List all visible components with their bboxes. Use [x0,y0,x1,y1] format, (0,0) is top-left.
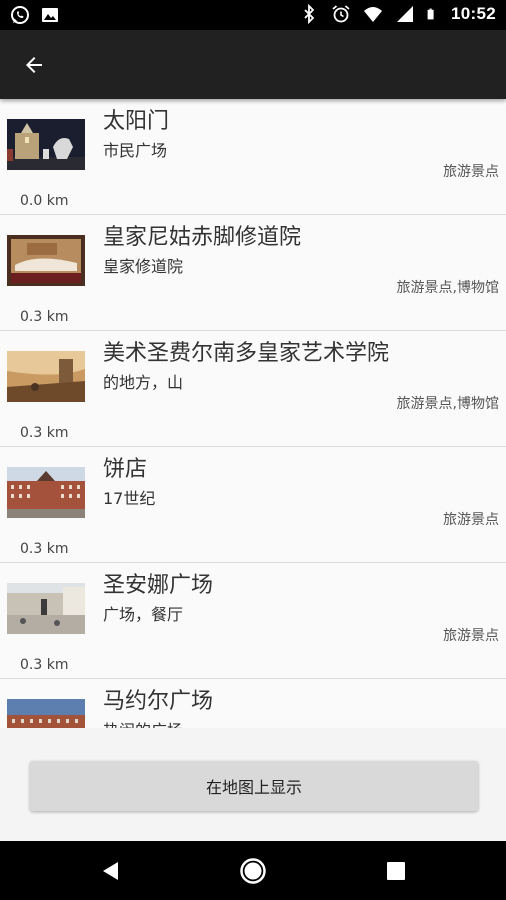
place-distance: 0.3 km [20,657,69,673]
list-item[interactable]: 0.3 km 皇家尼姑赤脚修道院 皇家修道院 旅游景点,博物馆 [0,215,506,331]
place-category: 旅游景点,博物馆 [396,396,499,412]
whatsapp-icon [11,6,29,24]
place-category: 旅游景点 [443,628,499,644]
place-subtitle: 热闹的广场 [103,717,183,728]
nav-back-button[interactable] [95,855,127,887]
list-item[interactable]: 0.3 km 圣安娜广场 广场，餐厅 旅游景点 [0,563,506,679]
place-distance: 0.0 km [20,193,69,209]
bluetooth-icon [304,4,315,24]
status-time: 10:52 [451,4,496,23]
back-triangle-icon [103,862,118,880]
alarm-icon [332,5,350,23]
place-category: 旅游景点 [443,164,499,180]
place-thumbnail [7,351,85,402]
place-category: 旅游景点 [443,512,499,528]
place-subtitle: 广场，餐厅 [103,605,184,624]
nav-home-button[interactable] [237,855,269,887]
signal-icon [397,6,414,22]
place-name: 饼店 [103,457,148,482]
recents-square-icon [387,862,405,880]
place-thumbnail [7,119,85,170]
wifi-icon [364,7,383,22]
place-distance: 0.3 km [20,541,69,557]
nav-recents-button[interactable] [380,855,412,887]
back-button[interactable] [16,47,52,83]
status-bar: 10:52 [0,0,506,30]
show-on-map-button[interactable]: 在地图上显示 [30,761,478,811]
system-nav-bar [0,841,506,900]
home-circle-icon [240,858,266,884]
list-item[interactable]: 马约尔广场 热闹的广场 [0,679,506,728]
place-distance: 0.3 km [20,309,69,325]
place-thumbnail [7,699,85,728]
list-item[interactable]: 0.3 km 饼店 17世纪 旅游景点 [0,447,506,563]
place-name: 马约尔广场 [103,689,214,714]
places-list[interactable]: 0.0 km 太阳门 市民广场 旅游景点 0.3 km 皇家尼姑赤脚修道院 皇家… [0,99,506,728]
place-category: 旅游景点,博物馆 [396,280,499,296]
place-name: 圣安娜广场 [103,573,214,598]
place-distance: 0.3 km [20,425,69,441]
app-bar [0,30,506,99]
place-subtitle: 的地方，山 [103,373,184,392]
bottom-panel: 在地图上显示 [0,728,506,841]
list-item[interactable]: 0.3 km 美术圣费尔南多皇家艺术学院 的地方，山 旅游景点,博物馆 [0,331,506,447]
place-name: 美术圣费尔南多皇家艺术学院 [103,341,390,366]
arrow-left-icon [26,57,42,73]
place-thumbnail [7,583,85,634]
place-name: 太阳门 [103,109,170,134]
place-thumbnail [7,467,85,518]
image-icon [42,8,58,22]
place-name: 皇家尼姑赤脚修道院 [103,225,302,250]
place-thumbnail [7,235,85,286]
list-item[interactable]: 0.0 km 太阳门 市民广场 旅游景点 [0,99,506,215]
place-subtitle: 17世纪 [103,489,156,508]
battery-icon [427,8,434,20]
place-subtitle: 市民广场 [103,141,168,160]
place-subtitle: 皇家修道院 [103,257,184,276]
